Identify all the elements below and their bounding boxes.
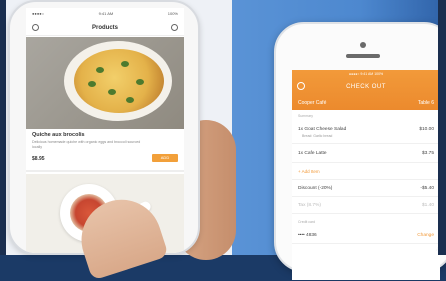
- item-price: $10.00: [419, 127, 434, 132]
- page-title: CHECK OUT: [346, 84, 386, 90]
- status-bar: ●●●●○ 9:41 AM 100%: [348, 72, 384, 76]
- quiche: [74, 49, 164, 113]
- add-item-row[interactable]: + Add Item: [292, 164, 440, 180]
- checkout-header: ●●●●○ 9:41 AM 100% CHECK OUT Cooper Café…: [292, 70, 440, 110]
- status-bar: ●●●●○ 9:41 AM 100%: [26, 8, 184, 18]
- order-item[interactable]: 1x Goat Cheese Salad Bread: Garlic bread…: [292, 122, 440, 144]
- tax-row: Tax (8.7%) $1.40: [292, 198, 440, 214]
- camera: [360, 42, 366, 48]
- signal-indicator: ●●●●○: [32, 10, 45, 16]
- section-label: Summary: [298, 114, 313, 118]
- broccoli: [136, 79, 144, 85]
- table-number: Table 6: [417, 100, 434, 106]
- broccoli: [108, 89, 116, 95]
- product-price: $8.95: [32, 156, 45, 162]
- nav-bar: Products: [26, 20, 184, 36]
- change-card-link[interactable]: Change: [417, 233, 434, 238]
- left-border: [0, 0, 6, 255]
- page-title: Products: [91, 24, 118, 31]
- tax-value: $1.40: [421, 203, 434, 208]
- menu-icon[interactable]: [32, 24, 39, 31]
- status-time: 9:41 AM: [98, 10, 114, 16]
- product-image-quiche[interactable]: [26, 37, 184, 129]
- broccoli: [126, 97, 134, 103]
- product-description: Delicious homemade quiche with organic e…: [32, 140, 141, 149]
- add-item-link[interactable]: + Add Item: [298, 169, 320, 174]
- speaker: [346, 54, 380, 58]
- broccoli: [121, 61, 129, 67]
- card-number: •••• 4836: [298, 233, 317, 238]
- item-price: $3.75: [421, 151, 434, 156]
- right-phone: ●●●●○ 9:41 AM 100% CHECK OUT Cooper Café…: [274, 22, 446, 280]
- battery-indicator: 100%: [167, 10, 178, 16]
- payment-row[interactable]: •••• 4836 Change: [292, 228, 440, 244]
- discount-row: Discount (-20%) -$5.40: [292, 181, 440, 197]
- discount-value: -$5.40: [420, 186, 434, 191]
- order-item[interactable]: 1x Cafe Latte $3.75: [292, 145, 440, 163]
- broccoli: [96, 67, 104, 73]
- product-name: Quiche aux brocolis: [32, 132, 85, 138]
- item-name: 1x Cafe Latte: [298, 151, 327, 156]
- card-section-label: Credit card: [298, 220, 316, 224]
- checkout-screen: ●●●●○ 9:41 AM 100% CHECK OUT Cooper Café…: [292, 70, 440, 280]
- item-option: Bread: Garlic bread: [302, 134, 333, 138]
- item-name: 1x Goat Cheese Salad: [298, 127, 347, 132]
- divider: [26, 170, 184, 172]
- merchant-name: Cooper Café: [298, 100, 327, 106]
- tax-label: Tax (8.7%): [298, 203, 321, 208]
- right-border: [438, 0, 446, 255]
- add-to-cart-button[interactable]: ADD: [152, 154, 178, 162]
- broccoli: [88, 81, 96, 87]
- discount-label: Discount (-20%): [298, 186, 333, 191]
- cart-icon[interactable]: [170, 24, 178, 31]
